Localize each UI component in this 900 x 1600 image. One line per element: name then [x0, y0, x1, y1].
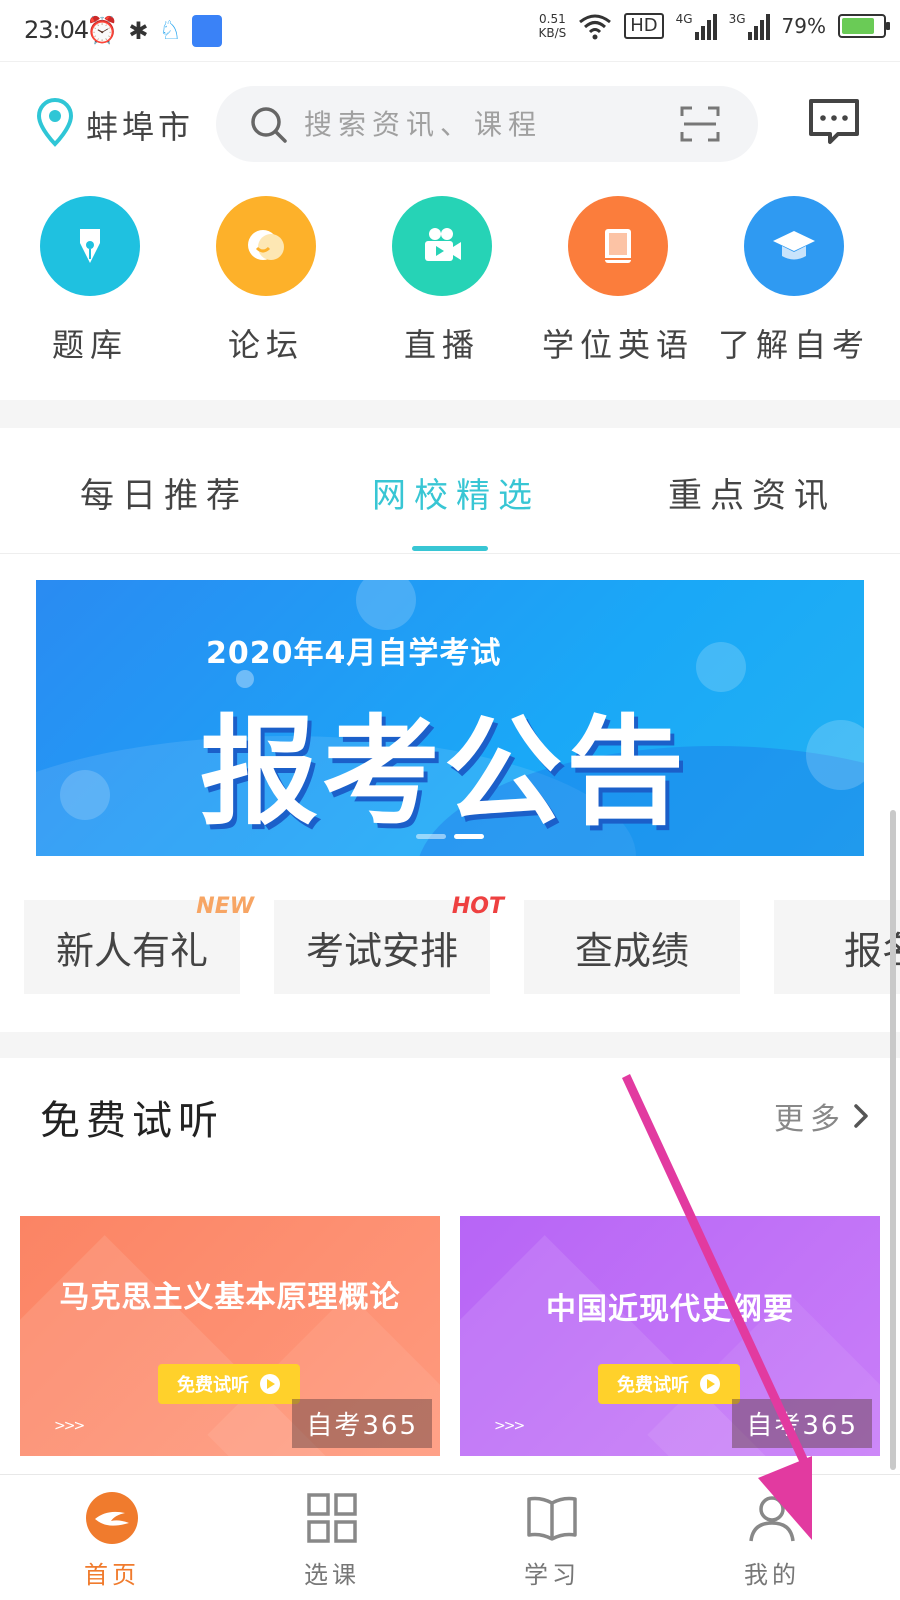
chat-bubbles-icon — [216, 196, 316, 296]
search-input[interactable] — [304, 104, 644, 144]
play-icon — [700, 1374, 720, 1394]
search-icon — [251, 107, 287, 143]
scrollbar[interactable] — [890, 810, 896, 1470]
course-card[interactable]: 中国近现代史纲要 免费试听 >>> 自考365 — [460, 1216, 880, 1456]
category-about-zikao[interactable]: 了解自考 — [714, 196, 874, 366]
status-left-icons: ⏰ ✱ ♘ — [86, 14, 222, 48]
free-trial-button[interactable]: 免费试听 — [598, 1364, 740, 1404]
tab-daily-recommend[interactable]: 每日推荐 — [80, 468, 248, 517]
nav-profile[interactable]: 我的 — [712, 1491, 832, 1590]
chevron-right-icon — [854, 1104, 868, 1128]
course-title: 中国近现代史纲要 — [546, 1292, 794, 1327]
nav-home[interactable]: 首页 — [52, 1491, 172, 1590]
section-title-free-trial: 免费试听 — [40, 1098, 224, 1144]
video-camera-icon — [392, 196, 492, 296]
quick-new-user-gift[interactable]: 新人有礼 NEW — [24, 894, 254, 994]
quick-registration[interactable]: 报名 — [774, 900, 900, 994]
battery-percent: 79% — [781, 14, 826, 38]
course-card[interactable]: 马克思主义基本原理概论 免费试听 >>> 自考365 — [20, 1216, 440, 1456]
course-title: 马克思主义基本原理概论 — [59, 1280, 401, 1315]
net-speed: 0.51 KB/S — [538, 12, 567, 40]
active-tab-indicator — [412, 546, 488, 551]
category-row: 题库 论坛 直播 学位英语 了解自考 — [0, 196, 900, 396]
shield-icon — [191, 15, 222, 47]
pen-nib-icon — [40, 196, 140, 296]
quick-actions: 新人有礼 NEW 考试安排 HOT 查成绩 报名 — [0, 880, 900, 1000]
document-icon — [60, 770, 110, 820]
status-right: 0.51 KB/S HD 4G 3G 79% — [538, 12, 890, 40]
quick-exam-schedule[interactable]: 考试安排 HOT — [274, 894, 504, 994]
brand-watermark: 自考365 — [292, 1399, 432, 1448]
graduation-cap-icon — [744, 196, 844, 296]
alarm-clock-icon — [696, 642, 746, 692]
banner-subtitle: 2020年4月自学考试 — [206, 636, 502, 671]
promo-banner[interactable]: 2020年4月自学考试 报考公告 — [36, 580, 864, 856]
status-time: 23:04 — [24, 16, 89, 44]
home-logo-icon — [86, 1492, 138, 1544]
more-link[interactable]: 更多 — [774, 1094, 870, 1138]
signal-sim1: 4G — [676, 12, 717, 40]
banner-title: 报考公告 — [200, 703, 689, 841]
message-icon[interactable] — [808, 98, 860, 146]
location-pin-icon[interactable] — [36, 98, 74, 148]
qq-icon: ♘ — [158, 16, 182, 46]
tab-selected-courses[interactable]: 网校精选 — [372, 468, 540, 517]
hot-badge: HOT — [451, 894, 504, 919]
signal-sim2: 3G — [729, 12, 770, 40]
carousel-dots — [416, 834, 484, 839]
free-trial-button[interactable]: 免费试听 — [158, 1364, 300, 1404]
section-divider — [0, 400, 900, 428]
play-icon — [260, 1374, 280, 1394]
quick-check-scores[interactable]: 查成绩 — [524, 900, 740, 994]
arrows-decoration: >>> — [494, 1418, 525, 1434]
tab-key-news[interactable]: 重点资讯 — [668, 468, 836, 517]
new-badge: NEW — [196, 894, 254, 919]
banner-bubble — [356, 580, 416, 630]
nav-courses[interactable]: 选课 — [272, 1491, 392, 1590]
category-luntan[interactable]: 论坛 — [186, 196, 346, 366]
hd-badge: HD — [624, 13, 664, 39]
arrows-decoration: >>> — [54, 1418, 85, 1434]
alarm-icon: ⏰ — [86, 16, 119, 46]
brand-watermark: 自考365 — [732, 1399, 872, 1448]
status-bar: 23:04 ⏰ ✱ ♘ 0.51 KB/S HD 4G 3G 79% — [0, 0, 900, 62]
section-divider — [0, 1032, 900, 1058]
wifi-icon — [579, 14, 612, 40]
bottom-nav: 首页 选课 学习 我的 — [0, 1474, 900, 1600]
search-bar[interactable] — [216, 86, 758, 162]
book-icon — [568, 196, 668, 296]
category-zhibo[interactable]: 直播 — [362, 196, 522, 366]
city-selector[interactable]: 蚌埠市 — [86, 102, 194, 148]
scan-icon[interactable] — [680, 106, 720, 142]
category-tiku[interactable]: 题库 — [10, 196, 170, 366]
carousel-dot[interactable] — [416, 834, 446, 839]
grid-icon — [307, 1493, 357, 1543]
nav-study[interactable]: 学习 — [492, 1491, 612, 1590]
profile-icon — [749, 1496, 795, 1542]
open-book-icon — [527, 1496, 577, 1541]
bluetooth-icon: ✱ — [128, 17, 149, 45]
battery-icon — [838, 14, 890, 38]
content-tabs: 每日推荐 网校精选 重点资讯 — [0, 428, 900, 554]
top-header: 蚌埠市 — [0, 62, 900, 186]
category-xuewei-english[interactable]: 学位英语 — [538, 196, 698, 366]
carousel-dot-active[interactable] — [454, 834, 484, 839]
